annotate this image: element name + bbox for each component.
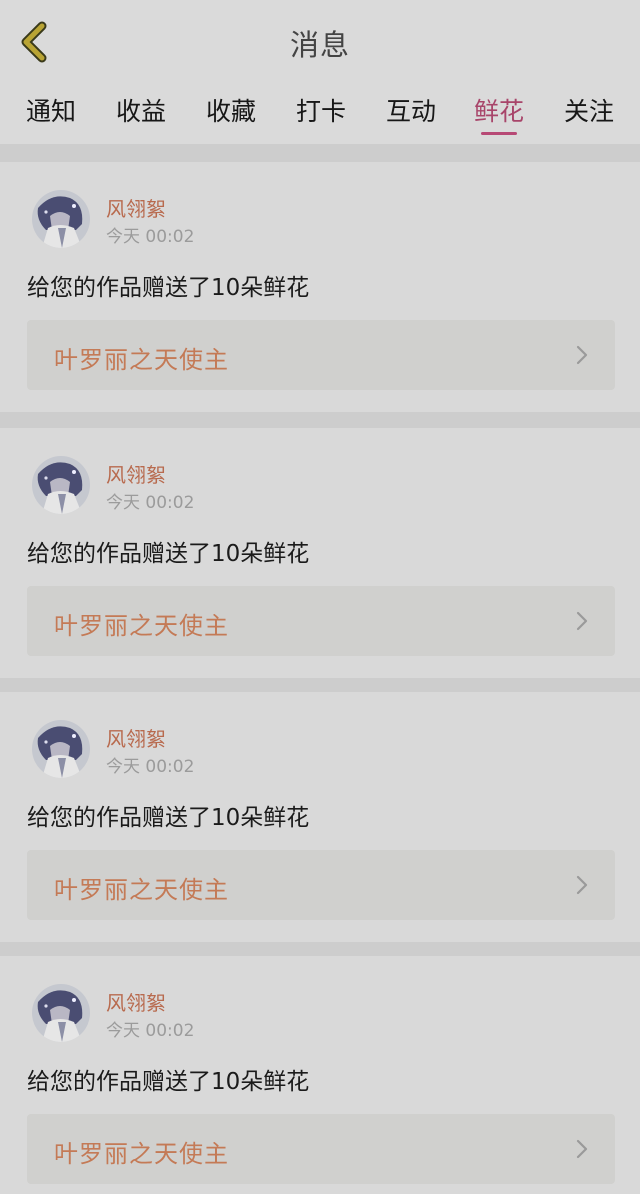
- divider: [0, 144, 640, 162]
- message-card: 风翎絮 今天 00:02 给您的作品赠送了10朵鲜花 叶罗丽之天使主: [0, 956, 640, 1194]
- work-link[interactable]: 叶罗丽之天使主: [27, 850, 615, 920]
- tab-checkin[interactable]: 打卡: [296, 92, 346, 128]
- message-card: 风翎絮 今天 00:02 给您的作品赠送了10朵鲜花 叶罗丽之天使主: [0, 428, 640, 678]
- message-card: 风翎絮 今天 00:02 给您的作品赠送了10朵鲜花 叶罗丽之天使主: [0, 692, 640, 942]
- tab-favorites[interactable]: 收藏: [206, 92, 256, 128]
- work-link[interactable]: 叶罗丽之天使主: [27, 320, 615, 390]
- sender-name[interactable]: 风翎絮: [106, 193, 166, 222]
- work-link[interactable]: 叶罗丽之天使主: [27, 586, 615, 656]
- tab-bar: 通知 收益 收藏 打卡 互动 鲜花 关注: [0, 80, 640, 144]
- avatar-image: [32, 720, 90, 778]
- timestamp: 今天 00:02: [106, 493, 195, 513]
- message-card: 风翎絮 今天 00:02 给您的作品赠送了10朵鲜花 叶罗丽之天使主: [0, 162, 640, 412]
- active-tab-indicator: [481, 132, 517, 135]
- avatar-image: [32, 984, 90, 1042]
- avatar[interactable]: [32, 984, 90, 1042]
- message-text: 给您的作品赠送了10朵鲜花: [27, 805, 310, 831]
- tab-follow[interactable]: 关注: [564, 92, 614, 128]
- work-title: 叶罗丽之天使主: [54, 876, 229, 904]
- divider: [0, 412, 640, 428]
- avatar-image: [32, 456, 90, 514]
- tab-earnings[interactable]: 收益: [116, 92, 166, 128]
- work-title: 叶罗丽之天使主: [54, 1140, 229, 1168]
- avatar[interactable]: [32, 456, 90, 514]
- chevron-right-icon: [576, 1139, 588, 1159]
- chevron-right-icon: [576, 345, 588, 365]
- top-bar: 消息: [0, 0, 640, 81]
- avatar[interactable]: [32, 190, 90, 248]
- work-title: 叶罗丽之天使主: [54, 346, 229, 374]
- divider: [0, 678, 640, 692]
- work-link[interactable]: 叶罗丽之天使主: [27, 1114, 615, 1184]
- sender-name[interactable]: 风翎絮: [106, 987, 166, 1016]
- work-title: 叶罗丽之天使主: [54, 612, 229, 640]
- divider: [0, 942, 640, 956]
- tab-interaction[interactable]: 互动: [386, 92, 436, 128]
- page-title: 消息: [289, 28, 350, 62]
- avatar-image: [32, 190, 90, 248]
- tab-flowers[interactable]: 鲜花: [474, 92, 524, 128]
- sender-name[interactable]: 风翎絮: [106, 723, 166, 752]
- timestamp: 今天 00:02: [106, 1021, 195, 1041]
- sender-name[interactable]: 风翎絮: [106, 459, 166, 488]
- timestamp: 今天 00:02: [106, 757, 195, 777]
- chevron-right-icon: [576, 611, 588, 631]
- message-text: 给您的作品赠送了10朵鲜花: [27, 541, 310, 567]
- message-text: 给您的作品赠送了10朵鲜花: [27, 1069, 310, 1095]
- timestamp: 今天 00:02: [106, 227, 195, 247]
- avatar[interactable]: [32, 720, 90, 778]
- message-text: 给您的作品赠送了10朵鲜花: [27, 275, 310, 301]
- tab-notifications[interactable]: 通知: [26, 92, 76, 128]
- chevron-right-icon: [576, 875, 588, 895]
